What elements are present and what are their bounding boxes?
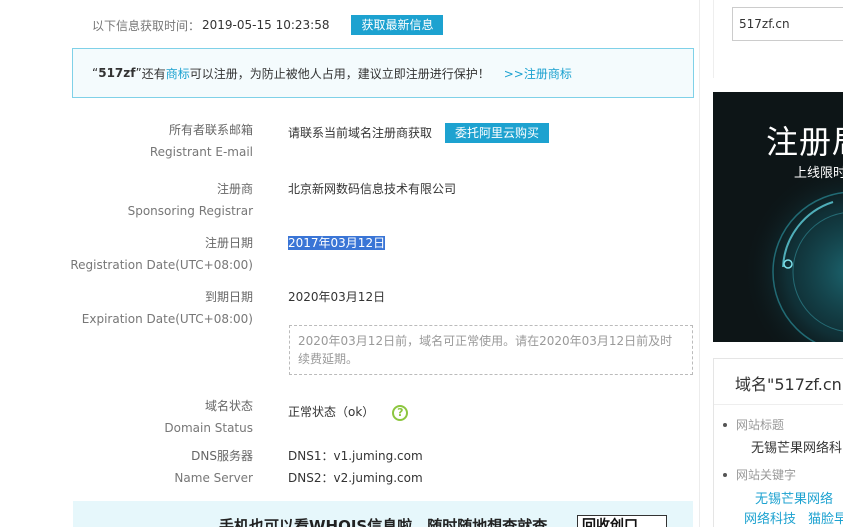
promo-banner[interactable]: 注册局 上线限时 (713, 92, 843, 342)
registrant-email-text: 请联系当前域名注册商获取 (288, 126, 433, 140)
dns2-value: DNS2：v2.juming.com (288, 471, 423, 485)
label-en: Name Server (174, 471, 253, 485)
name-server-label: DNS服务器 Name Server (53, 447, 253, 487)
site-title-value: 无锡芒果网络科 (751, 441, 843, 456)
aliyun-buy-button[interactable]: 委托阿里云购买 (445, 123, 550, 143)
domain-status-label: 域名状态 Domain Status (53, 397, 253, 437)
label-en: Registrant E-mail (149, 145, 253, 159)
label-cn: DNS服务器 (191, 449, 253, 463)
mobile-whois-promo: 手机也可以看WHOIS信息啦，随时随地想查就查 回收创口 (73, 501, 693, 527)
label-en: Sponsoring Registrar (127, 204, 253, 218)
refresh-info-button[interactable]: 获取最新信息 (351, 15, 444, 35)
notice-text-b: 可以注册，为防止被他人占用，建议立即注册进行保护！ (189, 66, 490, 81)
name-server-values: DNS1：v1.juming.com DNS2：v2.juming.com (288, 447, 423, 487)
domain-info-box: 域名"517zf.cn" 网站标题 无锡芒果网络科 网站关键字 无锡芒果网络 网… (713, 358, 843, 527)
keyword-link-1[interactable]: 无锡芒果网络 (755, 488, 833, 507)
info-title-divider (714, 404, 843, 405)
notice-keyword: 517zf (98, 66, 136, 80)
promo-text: 手机也可以看WHOIS信息啦，随时随地想查就查 (219, 517, 548, 527)
dns1-value: DNS1：v1.juming.com (288, 449, 423, 463)
registration-date-value: 2017年03月12日 (288, 234, 386, 252)
registrant-email-value: 请联系当前域名注册商获取 委托阿里云购买 (288, 123, 550, 143)
banner-title: 注册局 (766, 123, 843, 161)
label-cn: 到期日期 (204, 290, 253, 304)
registrar-label: 注册商 Sponsoring Registrar (53, 180, 253, 220)
label-en: Domain Status (164, 421, 253, 435)
domain-status-text: 正常状态（ok） (288, 405, 375, 419)
label-en: Expiration Date(UTC+08:00) (81, 312, 253, 326)
expiration-date-value: 2020年03月12日 (288, 290, 386, 304)
site-keywords-key: 网站关键字 (736, 468, 797, 482)
expiration-note: 2020年03月12日前，域名可正常使用。请在2020年03月12日前及时续费延… (289, 325, 693, 375)
trademark-notice: “517zf” 还有 商标 可以注册，为防止被他人占用，建议立即注册进行保护！ >>注… (72, 48, 694, 98)
fetch-time-value: 2019-05-15 10:23:58 (202, 18, 330, 32)
keyword-link-2[interactable]: 网络科技 (744, 508, 796, 527)
banner-subtitle: 上线限时 (794, 166, 843, 181)
registrar-value: 北京新网数码信息技术有限公司 (288, 182, 457, 196)
site-title-key: 网站标题 (736, 418, 785, 432)
bullet-icon (723, 473, 727, 477)
domain-search-input[interactable]: 517zf.cn (732, 7, 843, 41)
domain-info-title: 域名"517zf.cn" (735, 375, 843, 394)
promo-qr-label: 回收创口 (577, 515, 667, 527)
whois-main-panel: 以下信息获取时间： 2019-05-15 10:23:58 获取最新信息 “51… (57, 0, 700, 527)
fetch-time-label: 以下信息获取时间： (92, 18, 201, 33)
registrant-email-label: 所有者联系邮箱 Registrant E-mail (53, 121, 253, 161)
bullet-icon (723, 423, 727, 427)
right-sidebar: 517zf.cn 注册局 上线限时 域名"517zf.cn" 网站标题 无锡芒果… (713, 0, 843, 527)
registration-date-label: 注册日期 Registration Date(UTC+08:00) (53, 234, 253, 274)
help-icon[interactable]: ? (392, 404, 409, 421)
label-cn: 注册商 (216, 182, 253, 196)
label-cn: 域名状态 (204, 399, 253, 413)
expiration-date-label: 到期日期 Expiration Date(UTC+08:00) (53, 288, 253, 328)
label-cn: 注册日期 (204, 236, 253, 250)
fetch-time-row: 以下信息获取时间： 2019-05-15 10:23:58 获取最新信息 (92, 14, 444, 36)
trademark-link-inline[interactable]: 商标 (166, 65, 190, 82)
label-cn: 所有者联系邮箱 (168, 123, 253, 137)
label-en: Registration Date(UTC+08:00) (70, 258, 253, 272)
keyword-link-3[interactable]: 猫脸早 (808, 508, 843, 527)
domain-status-value: 正常状态（ok）? (288, 403, 409, 421)
notice-text-a: 还有 (141, 66, 166, 81)
sidebar-divider (713, 0, 714, 78)
register-trademark-link[interactable]: >>注册商标 (504, 65, 572, 82)
registration-date-selected-text: 2017年03月12日 (288, 236, 386, 250)
